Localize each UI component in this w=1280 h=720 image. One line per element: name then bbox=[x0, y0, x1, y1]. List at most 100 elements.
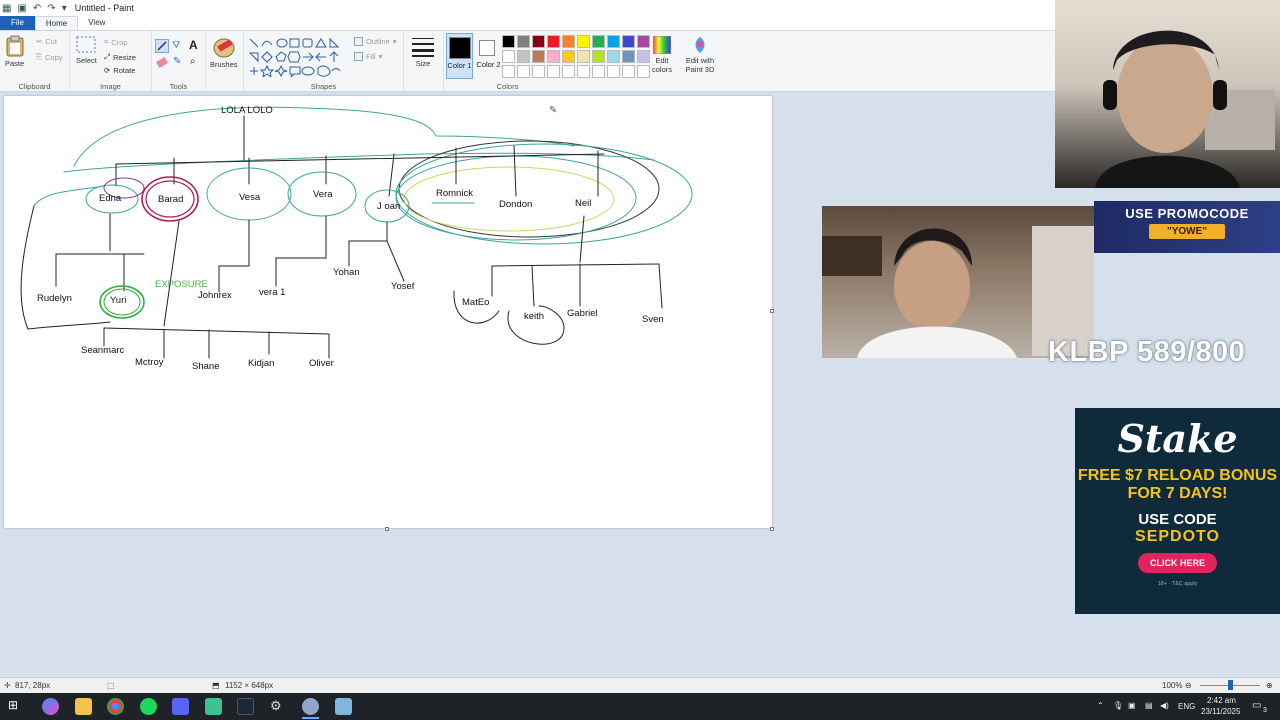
copy-icon: ⎘ bbox=[36, 52, 42, 61]
crop-button[interactable]: ⌗ Crop bbox=[104, 37, 128, 47]
palette-swatch[interactable] bbox=[622, 65, 635, 78]
palette-swatch[interactable] bbox=[637, 50, 650, 63]
shapes-gallery[interactable] bbox=[248, 37, 346, 77]
palette-swatch[interactable] bbox=[637, 65, 650, 78]
zoom-in-icon[interactable]: ⊕ bbox=[1266, 681, 1273, 690]
redo-icon[interactable]: ↷ bbox=[47, 3, 55, 14]
palette-swatch[interactable] bbox=[622, 35, 635, 48]
palette-swatch[interactable] bbox=[562, 65, 575, 78]
clock-time[interactable]: 2:42 am bbox=[1207, 696, 1236, 705]
steam-icon[interactable] bbox=[237, 698, 254, 715]
palette-swatch[interactable] bbox=[637, 35, 650, 48]
drawing-canvas[interactable]: LOLA LOLO Edna Barad Vesa Vera J oan Rom… bbox=[4, 96, 772, 528]
zoom-slider-thumb[interactable] bbox=[1228, 680, 1233, 690]
edit-colors-button[interactable]: Edit colors bbox=[650, 36, 674, 74]
save-icon[interactable]: ▣ bbox=[17, 3, 26, 14]
chrome-icon[interactable] bbox=[107, 698, 124, 715]
palette-swatch[interactable] bbox=[607, 35, 620, 48]
palette-swatch[interactable] bbox=[622, 50, 635, 63]
node-mctroy: Mctroy bbox=[135, 357, 164, 368]
clock-date[interactable]: 23/11/2025 bbox=[1201, 707, 1240, 716]
fill-tool[interactable]: ⛛ bbox=[172, 40, 180, 51]
windows-start-icon[interactable]: ⊞ bbox=[8, 698, 25, 715]
palette-swatch[interactable] bbox=[517, 65, 530, 78]
palette-swatch[interactable] bbox=[562, 50, 575, 63]
palette-swatch[interactable] bbox=[577, 35, 590, 48]
microphone-icon[interactable]: 🎙 bbox=[1113, 701, 1123, 710]
app-icon[interactable] bbox=[205, 698, 222, 715]
stake-cta-button[interactable]: CLICK HERE bbox=[1137, 553, 1217, 573]
brushes-button[interactable]: Brushes bbox=[210, 36, 238, 69]
palette-swatch[interactable] bbox=[532, 50, 545, 63]
paste-button[interactable]: Paste bbox=[5, 35, 24, 68]
notepad-icon[interactable] bbox=[335, 698, 352, 715]
pencil-tool[interactable] bbox=[155, 39, 169, 53]
size-button[interactable]: Size bbox=[412, 37, 434, 68]
color-picker-tool[interactable]: ✎ bbox=[173, 56, 181, 67]
palette-swatch[interactable] bbox=[502, 65, 515, 78]
eraser-icon[interactable] bbox=[155, 56, 169, 69]
crop-icon: ⌗ bbox=[104, 37, 109, 46]
volume-icon[interactable]: ◀) bbox=[1160, 701, 1169, 710]
cut-label: Cut bbox=[45, 37, 57, 46]
palette-swatch[interactable] bbox=[562, 35, 575, 48]
promo-code-banner: USE PROMOCODE "YOWE" bbox=[1094, 201, 1280, 253]
palette-swatch[interactable] bbox=[607, 50, 620, 63]
language-indicator[interactable]: ENG bbox=[1178, 702, 1195, 711]
paint3d-button[interactable]: Edit with Paint 3D bbox=[682, 36, 718, 74]
file-explorer-icon[interactable] bbox=[75, 698, 92, 715]
canvas-resize-handle-right[interactable] bbox=[770, 309, 774, 313]
palette-swatch[interactable] bbox=[592, 50, 605, 63]
palette-swatch[interactable] bbox=[577, 65, 590, 78]
canvas-resize-handle-bottom[interactable] bbox=[385, 527, 389, 531]
palette-swatch[interactable] bbox=[592, 65, 605, 78]
fill-button[interactable]: Fill ▾ bbox=[354, 52, 382, 61]
color2-swatch bbox=[479, 40, 495, 56]
palette-swatch[interactable] bbox=[532, 35, 545, 48]
palette-swatch[interactable] bbox=[547, 35, 560, 48]
color1-button[interactable]: Color 1 bbox=[446, 33, 473, 79]
cut-button[interactable]: ✂ Cut bbox=[36, 37, 57, 46]
palette-swatch[interactable] bbox=[607, 65, 620, 78]
fill-icon bbox=[354, 52, 363, 61]
spotify-icon[interactable] bbox=[140, 698, 157, 715]
copy-button[interactable]: ⎘ Copy bbox=[36, 52, 63, 62]
tab-file[interactable]: File bbox=[0, 16, 35, 30]
undo-icon[interactable]: ↶ bbox=[33, 3, 41, 14]
color1-label: Color 1 bbox=[447, 61, 472, 70]
quick-access-dropdown-icon[interactable]: ▾ bbox=[62, 3, 67, 14]
palette-swatch[interactable] bbox=[532, 65, 545, 78]
resize-button[interactable]: ⤢ Resize bbox=[104, 52, 136, 62]
palette-swatch[interactable] bbox=[502, 35, 515, 48]
palette-swatch[interactable] bbox=[592, 35, 605, 48]
node-yohan: Yohan bbox=[333, 267, 360, 278]
settings-gear-icon[interactable]: ⚙ bbox=[270, 698, 287, 715]
outline-button[interactable]: Outline ▾ bbox=[354, 37, 397, 46]
palette-swatch[interactable] bbox=[547, 65, 560, 78]
canvas-resize-handle-corner[interactable] bbox=[770, 527, 774, 531]
select-icon bbox=[76, 36, 96, 53]
select-button[interactable]: Select bbox=[76, 36, 97, 65]
palette-swatch[interactable] bbox=[502, 50, 515, 63]
palette-swatch[interactable] bbox=[517, 35, 530, 48]
magnifier-tool[interactable]: ⌕ bbox=[190, 56, 196, 67]
text-tool[interactable]: A bbox=[189, 38, 198, 52]
palette-swatch[interactable] bbox=[547, 50, 560, 63]
color2-button[interactable]: Color 2 bbox=[475, 33, 502, 79]
rotate-button[interactable]: ⟳ Rotate bbox=[104, 66, 135, 75]
palette-swatch[interactable] bbox=[577, 50, 590, 63]
tab-view[interactable]: View bbox=[78, 16, 115, 30]
palette-swatch[interactable] bbox=[517, 50, 530, 63]
ribbon-tabs: File Home View bbox=[0, 16, 1055, 30]
tray-chevron-up-icon[interactable]: ⌃ bbox=[1097, 701, 1104, 710]
discord-icon[interactable] bbox=[172, 698, 189, 715]
notification-icon[interactable]: ▭ bbox=[1252, 700, 1261, 711]
tray-app-icon[interactable]: ▣ bbox=[1128, 701, 1136, 710]
stake-offer: FREE $7 RELOAD BONUS FOR 7 DAYS! bbox=[1077, 467, 1278, 502]
node-mateo: MatEo bbox=[462, 297, 490, 308]
copilot-icon[interactable] bbox=[42, 698, 59, 715]
network-icon[interactable]: ▤ bbox=[1145, 701, 1153, 710]
zoom-out-icon[interactable]: ⊖ bbox=[1185, 681, 1192, 690]
tab-home[interactable]: Home bbox=[34, 16, 79, 30]
paint-taskbar-icon[interactable] bbox=[302, 698, 319, 715]
